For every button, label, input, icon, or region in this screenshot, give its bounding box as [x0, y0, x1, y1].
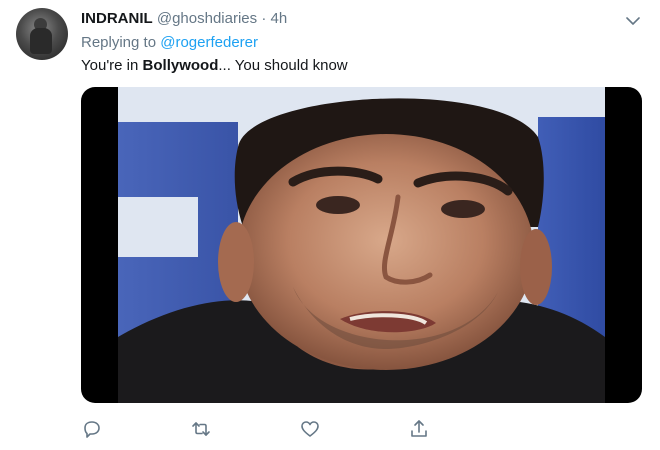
- chevron-down-icon[interactable]: [624, 12, 642, 30]
- like-icon[interactable]: [299, 418, 321, 440]
- retweet-icon[interactable]: [190, 418, 212, 440]
- replying-prefix: Replying to: [81, 34, 157, 51]
- tweet-text-before: You're in: [81, 57, 143, 74]
- tweet-header: INDRANIL @ghoshdiaries · 4h: [81, 9, 287, 29]
- action-bar: [81, 418, 641, 442]
- portrait-image: [118, 87, 605, 403]
- tweet-text-after: ... You should know: [218, 57, 348, 74]
- tweet-text: You're in Bollywood... You should know: [81, 56, 348, 76]
- share-icon[interactable]: [408, 418, 430, 440]
- separator-dot: ·: [261, 10, 267, 27]
- media-photo: [118, 87, 605, 403]
- avatar[interactable]: [16, 8, 68, 60]
- author-handle[interactable]: @ghoshdiaries: [157, 10, 257, 27]
- author-name[interactable]: INDRANIL: [81, 10, 153, 27]
- tweet-time[interactable]: 4h: [270, 10, 287, 27]
- tweet[interactable]: INDRANIL @ghoshdiaries · 4h Replying to …: [0, 0, 660, 450]
- avatar-body: [30, 28, 52, 54]
- tweet-text-bold: Bollywood: [142, 57, 219, 74]
- tweet-media[interactable]: [81, 87, 642, 403]
- replying-mention[interactable]: @rogerfederer: [160, 34, 258, 51]
- reply-icon[interactable]: [81, 418, 103, 440]
- replying-to: Replying to @rogerfederer: [81, 33, 258, 53]
